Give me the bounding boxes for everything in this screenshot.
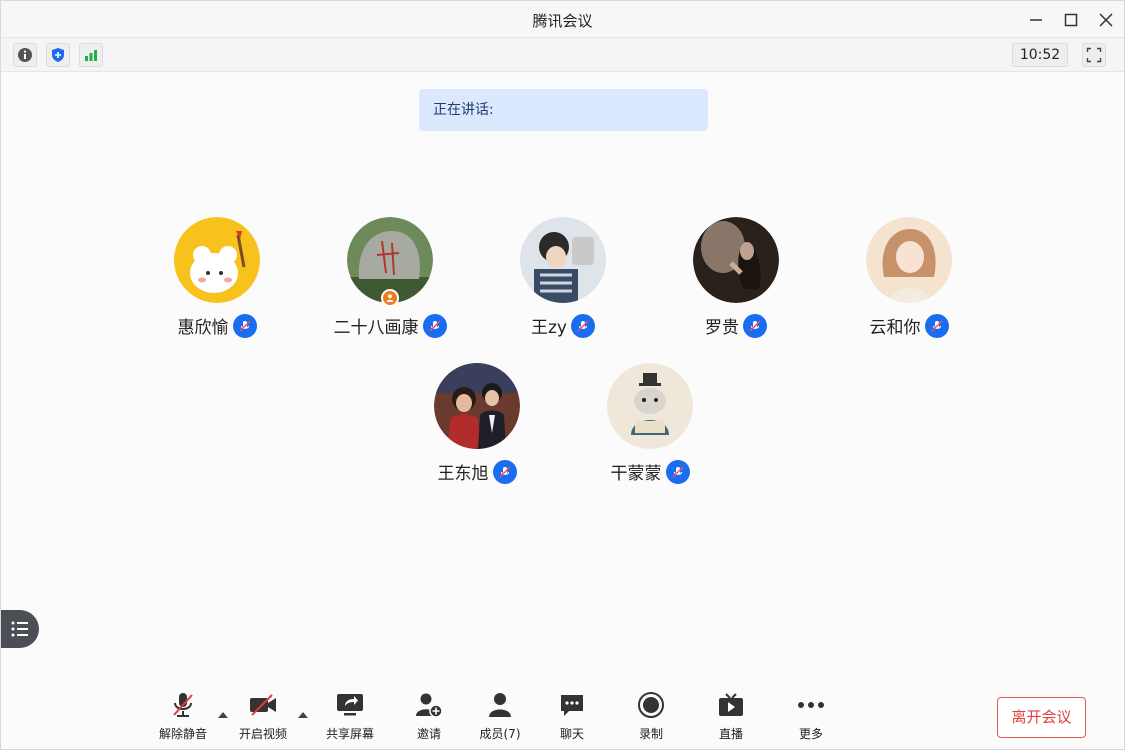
share-screen-button[interactable]: 共享屏幕 xyxy=(315,691,385,742)
mic-muted-icon xyxy=(492,459,517,484)
participant-name: 惠欣愉 xyxy=(177,318,229,338)
mic-muted-icon xyxy=(570,313,595,338)
participant-name: 王东旭 xyxy=(437,464,489,484)
participant-tile[interactable]: 二十八画康 xyxy=(310,217,470,338)
mic-muted-icon xyxy=(743,313,767,338)
more-button[interactable]: 更多 xyxy=(776,691,846,742)
participant-name: 罗贵 xyxy=(705,318,739,338)
live-stream-icon xyxy=(719,693,743,716)
avatar xyxy=(434,363,520,449)
participant-name: 云和你 xyxy=(869,318,921,338)
video-options-caret[interactable] xyxy=(297,705,309,718)
participant-tile[interactable]: 王东旭 xyxy=(397,363,557,484)
participant-tile[interactable]: 干蒙蒙 xyxy=(570,363,730,484)
avatar xyxy=(866,217,952,303)
signal-icon xyxy=(85,50,97,61)
mic-muted-icon xyxy=(422,313,447,338)
participant-name: 王zy xyxy=(531,318,567,338)
chat-icon xyxy=(561,695,583,716)
participant-tile[interactable]: 惠欣愉 xyxy=(137,217,297,338)
meeting-clock: 10:52 xyxy=(1012,43,1068,67)
speaking-indicator: 正在讲话: xyxy=(419,89,708,131)
members-icon xyxy=(489,693,511,717)
participant-tile[interactable]: 云和你 xyxy=(829,217,989,338)
members-button[interactable]: 成员(7) xyxy=(465,691,535,742)
maximize-icon xyxy=(1064,13,1078,27)
add-user-icon xyxy=(416,693,443,718)
avatar xyxy=(607,363,693,449)
invite-button[interactable]: 邀请 xyxy=(394,691,464,742)
leave-meeting-button[interactable]: 离开会议 xyxy=(997,697,1086,738)
info-icon xyxy=(18,48,32,62)
side-panel-toggle[interactable] xyxy=(1,610,39,648)
record-icon xyxy=(638,692,664,718)
window-title: 腾讯会议 xyxy=(532,12,593,30)
security-button[interactable] xyxy=(46,43,70,67)
fullscreen-button[interactable] xyxy=(1082,43,1106,67)
caret-up-icon xyxy=(298,712,308,718)
avatar xyxy=(174,217,260,303)
title-bar: 腾讯会议 xyxy=(1,1,1124,38)
mic-muted-icon xyxy=(665,459,690,484)
participant-tile[interactable]: 罗贵 xyxy=(656,217,816,338)
minimize-button[interactable] xyxy=(1025,9,1047,31)
more-icon xyxy=(798,702,824,708)
close-button[interactable] xyxy=(1095,9,1117,31)
host-icon xyxy=(381,289,399,307)
participant-name: 干蒙蒙 xyxy=(610,464,662,484)
video-off-icon xyxy=(250,694,276,716)
participant-name: 二十八画康 xyxy=(333,318,419,338)
close-icon xyxy=(1099,13,1113,27)
fullscreen-icon xyxy=(1086,47,1102,63)
record-button[interactable]: 录制 xyxy=(616,691,686,742)
minimize-icon xyxy=(1030,19,1042,21)
shield-icon xyxy=(52,48,64,62)
meeting-window: 腾讯会议 10:52 正在讲话: 惠欣愉 二十八画康 王zy 罗贵 云和你 王东… xyxy=(0,0,1125,750)
unmute-button[interactable]: 解除静音 xyxy=(148,691,218,742)
maximize-button[interactable] xyxy=(1060,9,1082,31)
avatar xyxy=(520,217,606,303)
mic-muted-icon xyxy=(232,313,257,338)
chat-button[interactable]: 聊天 xyxy=(537,691,607,742)
avatar xyxy=(347,217,433,307)
participant-tile[interactable]: 王zy xyxy=(483,217,643,338)
network-status-button[interactable] xyxy=(79,43,103,67)
list-icon xyxy=(11,621,28,637)
share-screen-icon xyxy=(337,694,363,716)
mic-off-icon xyxy=(173,693,193,717)
mic-muted-icon xyxy=(924,313,949,338)
meeting-info-button[interactable] xyxy=(13,43,37,67)
live-button[interactable]: 直播 xyxy=(696,691,766,742)
avatar xyxy=(693,217,779,303)
status-strip: 10:52 xyxy=(1,38,1124,72)
start-video-button[interactable]: 开启视频 xyxy=(228,691,298,742)
